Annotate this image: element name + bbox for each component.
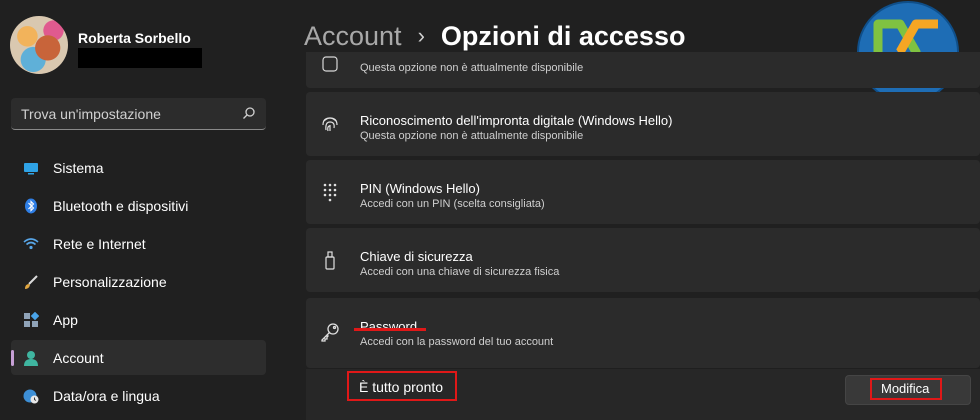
search-icon[interactable] bbox=[242, 106, 256, 120]
fingerprint-icon bbox=[320, 114, 340, 134]
avatar bbox=[10, 16, 68, 74]
user-name: Roberta Sorbello bbox=[78, 30, 191, 46]
option-password[interactable]: Password Accedi con la password del tuo … bbox=[306, 298, 980, 368]
option-subtitle: Accedi con un PIN (scelta consigliata) bbox=[360, 198, 545, 210]
redacted-email bbox=[78, 48, 202, 68]
option-title: Riconoscimento dell'impronta digitale (W… bbox=[360, 113, 673, 128]
sidebar-item-bluetooth[interactable]: Bluetooth e dispositivi bbox=[11, 188, 266, 223]
sidebar-item-personalizzazione[interactable]: Personalizzazione bbox=[11, 264, 266, 299]
option-pin[interactable]: PIN (Windows Hello) Accedi con un PIN (s… bbox=[306, 160, 980, 224]
sidebar-item-data-ora[interactable]: Data/ora e lingua bbox=[11, 378, 266, 413]
breadcrumb-parent[interactable]: Account bbox=[304, 21, 402, 52]
search-input[interactable] bbox=[21, 104, 231, 124]
page-title: Opzioni di accesso bbox=[440, 20, 686, 51]
sign-in-options: Questa opzione non è attualmente disponi… bbox=[306, 52, 980, 420]
sidebar-item-rete[interactable]: Rete e Internet bbox=[11, 226, 266, 261]
password-status-row: È tutto pronto Modifica bbox=[306, 368, 980, 420]
key-icon bbox=[320, 322, 340, 342]
person-icon bbox=[23, 350, 39, 366]
password-status-label: È tutto pronto bbox=[359, 379, 444, 395]
sidebar-item-label: App bbox=[53, 311, 78, 328]
breadcrumb-separator: › bbox=[417, 23, 425, 48]
sidebar-item-label: Rete e Internet bbox=[53, 235, 146, 252]
usb-key-icon bbox=[320, 250, 340, 270]
option-security-key[interactable]: Chiave di sicurezza Accedi con una chiav… bbox=[306, 228, 980, 292]
sidebar-item-label: Data/ora e lingua bbox=[53, 387, 160, 404]
search-box[interactable] bbox=[11, 98, 266, 130]
brush-icon bbox=[23, 274, 39, 290]
user-profile[interactable]: Roberta Sorbello bbox=[10, 14, 270, 78]
face-icon bbox=[320, 54, 340, 74]
option-subtitle: Accedi con una chiave di sicurezza fisic… bbox=[360, 266, 560, 278]
sidebar-nav: Sistema Bluetooth e dispositivi Rete e I… bbox=[11, 150, 266, 416]
sidebar-item-label: Account bbox=[53, 349, 104, 366]
globe-clock-icon bbox=[23, 388, 39, 404]
option-title: Chiave di sicurezza bbox=[360, 249, 473, 264]
keypad-icon bbox=[320, 182, 340, 202]
wifi-icon bbox=[23, 236, 39, 252]
sidebar-item-app[interactable]: App bbox=[11, 302, 266, 337]
annotation-underline bbox=[354, 328, 426, 331]
option-subtitle: Questa opzione non è attualmente disponi… bbox=[360, 130, 584, 142]
bluetooth-icon bbox=[23, 198, 39, 214]
option-subtitle: Accedi con la password del tuo account bbox=[360, 336, 554, 348]
breadcrumb: Account › Opzioni di accesso bbox=[304, 16, 685, 56]
option-subtitle: Questa opzione non è attualmente disponi… bbox=[360, 62, 584, 74]
sidebar-item-account[interactable]: Account bbox=[11, 340, 266, 375]
sidebar-item-label: Sistema bbox=[53, 159, 104, 176]
sidebar-item-label: Personalizzazione bbox=[53, 273, 167, 290]
option-facial-recognition[interactable]: Questa opzione non è attualmente disponi… bbox=[306, 52, 980, 88]
modify-button-label[interactable]: Modifica bbox=[881, 381, 929, 396]
sidebar-item-label: Bluetooth e dispositivi bbox=[53, 197, 189, 214]
sidebar: Roberta Sorbello Sistema Bluetooth e dis… bbox=[0, 0, 280, 420]
option-title: Password bbox=[360, 319, 418, 334]
option-title: PIN (Windows Hello) bbox=[360, 181, 480, 196]
option-fingerprint[interactable]: Riconoscimento dell'impronta digitale (W… bbox=[306, 92, 980, 156]
monitor-icon bbox=[23, 160, 39, 176]
sidebar-item-sistema[interactable]: Sistema bbox=[11, 150, 266, 185]
apps-icon bbox=[23, 312, 39, 328]
